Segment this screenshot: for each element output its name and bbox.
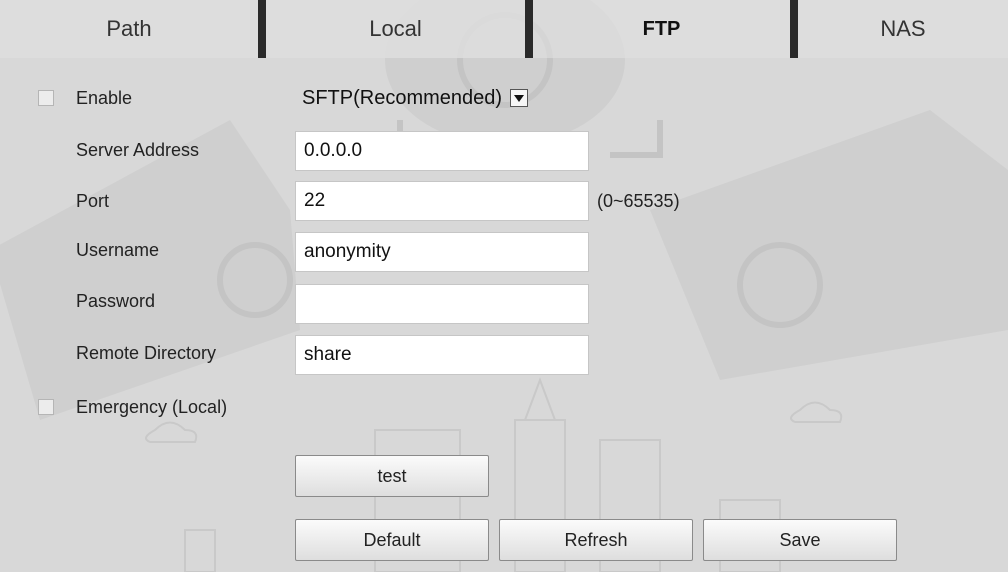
refresh-button[interactable]: Refresh: [499, 519, 693, 561]
remote-directory-input[interactable]: [295, 335, 589, 375]
protocol-select[interactable]: SFTP(Recommended): [296, 78, 529, 118]
tab-path-label: Path: [106, 16, 152, 41]
password-label: Password: [76, 291, 156, 311]
remote-directory-label: Remote Directory: [76, 343, 217, 363]
port-label: Port: [76, 191, 110, 211]
tab-local[interactable]: Local: [266, 0, 525, 58]
tab-bar: Path Local FTP NAS: [0, 0, 1008, 58]
save-button[interactable]: Save: [703, 519, 897, 561]
emergency-checkbox[interactable]: [38, 399, 54, 415]
tab-local-label: Local: [369, 16, 422, 41]
enable-label: Enable: [76, 88, 133, 108]
tab-separator: [790, 0, 798, 58]
port-input[interactable]: [295, 181, 589, 221]
password-input[interactable]: [295, 284, 589, 324]
port-range-hint: (0~65535): [597, 191, 680, 211]
default-button[interactable]: Default: [295, 519, 489, 561]
tab-ftp-label: FTP: [642, 17, 681, 40]
emergency-label: Emergency (Local): [76, 397, 228, 417]
tab-separator: [525, 0, 533, 58]
username-label: Username: [76, 240, 160, 260]
protocol-select-value: SFTP(Recommended): [302, 86, 503, 109]
username-input[interactable]: [295, 232, 589, 272]
tab-nas[interactable]: NAS: [798, 0, 1008, 58]
server-address-label: Server Address: [76, 140, 200, 160]
tab-ftp[interactable]: FTP: [533, 0, 790, 58]
tab-path[interactable]: Path: [0, 0, 258, 58]
tab-nas-label: NAS: [880, 16, 926, 41]
chevron-down-icon[interactable]: [510, 89, 529, 107]
test-button[interactable]: test: [295, 455, 489, 497]
server-address-input[interactable]: [295, 131, 589, 171]
tab-separator: [258, 0, 266, 58]
enable-checkbox[interactable]: [38, 90, 54, 106]
